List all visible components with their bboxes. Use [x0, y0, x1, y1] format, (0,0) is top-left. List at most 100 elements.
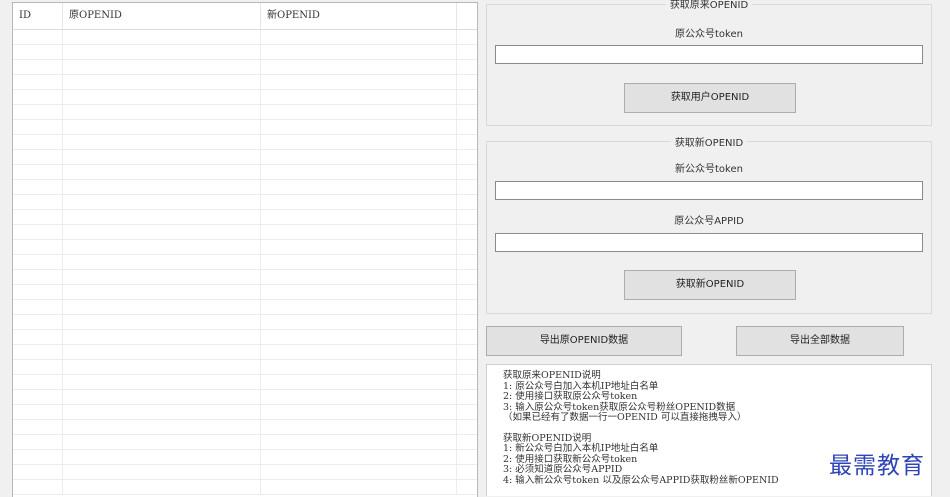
table-cell[interactable]: [63, 420, 261, 435]
table-cell[interactable]: [457, 420, 477, 435]
table-cell[interactable]: [261, 300, 457, 315]
table-cell[interactable]: [13, 150, 63, 165]
table-cell[interactable]: [63, 255, 261, 270]
table-cell[interactable]: [457, 150, 477, 165]
table-row[interactable]: [13, 90, 477, 105]
export-all-data-button[interactable]: 导出全部数据: [736, 326, 904, 356]
table-cell[interactable]: [261, 240, 457, 255]
table-cell[interactable]: [63, 105, 261, 120]
table-cell[interactable]: [457, 60, 477, 75]
table-cell[interactable]: [261, 270, 457, 285]
table-row[interactable]: [13, 120, 477, 135]
table-cell[interactable]: [457, 225, 477, 240]
table-cell[interactable]: [457, 285, 477, 300]
table-cell[interactable]: [13, 315, 63, 330]
table-row[interactable]: [13, 405, 477, 420]
table-cell[interactable]: [457, 135, 477, 150]
table-cell[interactable]: [261, 75, 457, 90]
table-row[interactable]: [13, 315, 477, 330]
table-cell[interactable]: [13, 465, 63, 480]
table-cell[interactable]: [261, 405, 457, 420]
table-cell[interactable]: [261, 30, 457, 45]
table-cell[interactable]: [261, 360, 457, 375]
table-cell[interactable]: [63, 270, 261, 285]
table-cell[interactable]: [63, 330, 261, 345]
original-token-input[interactable]: [495, 45, 923, 64]
table-cell[interactable]: [261, 195, 457, 210]
table-cell[interactable]: [13, 60, 63, 75]
table-cell[interactable]: [261, 150, 457, 165]
get-new-openid-button[interactable]: 获取新OPENID: [624, 270, 796, 300]
table-row[interactable]: [13, 150, 477, 165]
export-original-openid-button[interactable]: 导出原OPENID数据: [486, 326, 682, 356]
table-row[interactable]: [13, 270, 477, 285]
table-row[interactable]: [13, 420, 477, 435]
table-row[interactable]: [13, 210, 477, 225]
table-cell[interactable]: [261, 105, 457, 120]
table-cell[interactable]: [63, 210, 261, 225]
table-row[interactable]: [13, 195, 477, 210]
table-cell[interactable]: [13, 30, 63, 45]
table-cell[interactable]: [261, 210, 457, 225]
original-appid-input[interactable]: [495, 233, 923, 252]
table-row[interactable]: [13, 360, 477, 375]
table-row[interactable]: [13, 285, 477, 300]
table-cell[interactable]: [457, 255, 477, 270]
table-cell[interactable]: [457, 405, 477, 420]
table-cell[interactable]: [457, 105, 477, 120]
table-cell[interactable]: [63, 315, 261, 330]
table-cell[interactable]: [261, 435, 457, 450]
table-cell[interactable]: [63, 120, 261, 135]
table-cell[interactable]: [63, 75, 261, 90]
table-cell[interactable]: [457, 210, 477, 225]
table-cell[interactable]: [13, 135, 63, 150]
table-cell[interactable]: [261, 255, 457, 270]
table-cell[interactable]: [63, 30, 261, 45]
table-cell[interactable]: [13, 210, 63, 225]
table-row[interactable]: [13, 135, 477, 150]
table-cell[interactable]: [261, 375, 457, 390]
table-cell[interactable]: [63, 225, 261, 240]
table-cell[interactable]: [261, 390, 457, 405]
table-row[interactable]: [13, 75, 477, 90]
table-cell[interactable]: [457, 300, 477, 315]
table-cell[interactable]: [261, 90, 457, 105]
column-header-id[interactable]: ID: [13, 3, 63, 29]
table-cell[interactable]: [261, 165, 457, 180]
table-row[interactable]: [13, 390, 477, 405]
table-cell[interactable]: [63, 180, 261, 195]
table-cell[interactable]: [63, 375, 261, 390]
table-cell[interactable]: [63, 195, 261, 210]
table-cell[interactable]: [13, 285, 63, 300]
table-cell[interactable]: [63, 45, 261, 60]
table-row[interactable]: [13, 435, 477, 450]
table-cell[interactable]: [457, 45, 477, 60]
table-cell[interactable]: [261, 285, 457, 300]
table-cell[interactable]: [457, 315, 477, 330]
table-row[interactable]: [13, 225, 477, 240]
table-cell[interactable]: [63, 60, 261, 75]
table-cell[interactable]: [13, 225, 63, 240]
table-cell[interactable]: [457, 450, 477, 465]
table-cell[interactable]: [13, 180, 63, 195]
table-row[interactable]: [13, 450, 477, 465]
table-cell[interactable]: [261, 45, 457, 60]
table-cell[interactable]: [63, 345, 261, 360]
table-cell[interactable]: [261, 135, 457, 150]
table-cell[interactable]: [13, 345, 63, 360]
table-cell[interactable]: [457, 330, 477, 345]
table-cell[interactable]: [261, 60, 457, 75]
table-cell[interactable]: [13, 255, 63, 270]
table-row[interactable]: [13, 255, 477, 270]
table-cell[interactable]: [457, 30, 477, 45]
table-cell[interactable]: [13, 480, 63, 495]
table-cell[interactable]: [63, 150, 261, 165]
table-cell[interactable]: [63, 90, 261, 105]
table-cell[interactable]: [63, 405, 261, 420]
table-row[interactable]: [13, 345, 477, 360]
column-header-original-openid[interactable]: 原OPENID: [63, 3, 261, 29]
table-cell[interactable]: [457, 480, 477, 495]
table-cell[interactable]: [457, 435, 477, 450]
table-row[interactable]: [13, 105, 477, 120]
table-cell[interactable]: [63, 435, 261, 450]
